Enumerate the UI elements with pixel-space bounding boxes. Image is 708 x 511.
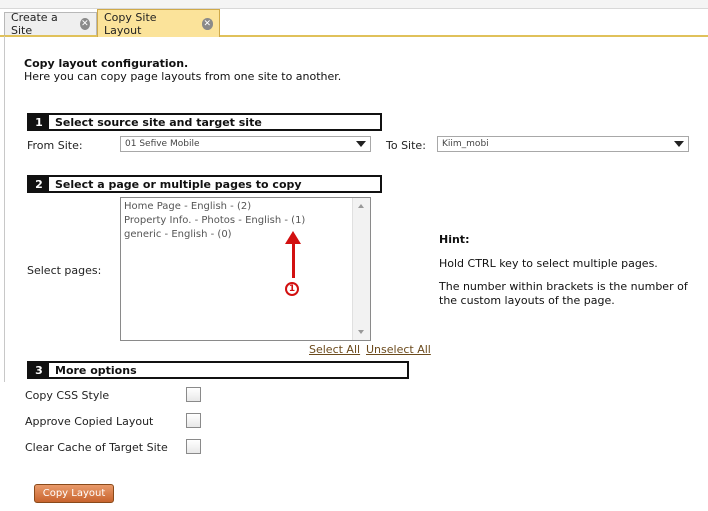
approve-copied-layout-checkbox[interactable] (186, 413, 201, 428)
list-item[interactable]: Property Info. - Photos - English - (1) (121, 214, 370, 228)
list-item[interactable]: Home Page - English - (2) (121, 200, 370, 214)
hint-text-brackets: The number within brackets is the number… (439, 280, 688, 307)
to-site-value: Kiim_mobi (442, 139, 489, 149)
close-icon[interactable]: ✕ (79, 18, 90, 30)
tab-bar: Create a Site ✕ Copy Site Layout ✕ (0, 8, 708, 37)
chevron-down-icon (356, 141, 366, 147)
list-item[interactable]: generic - English - (0) (121, 228, 370, 242)
section-title: Select source site and target site (55, 115, 262, 129)
close-icon[interactable]: ✕ (201, 17, 213, 30)
select-pages-label: Select pages: (27, 264, 102, 277)
section-title: More options (55, 363, 137, 377)
hint-text-ctrl: Hold CTRL key to select multiple pages. (439, 257, 658, 270)
tab-label: Copy Site Layout (104, 10, 157, 37)
unselect-all-link[interactable]: Unselect All (366, 343, 431, 356)
annotation-marker: 1 (285, 282, 299, 296)
tab-copy-site-layout[interactable]: Copy Site Layout ✕ (97, 9, 220, 37)
tab-label: Create a Site (11, 11, 58, 37)
section-number: 3 (29, 363, 49, 377)
tab-create-a-site[interactable]: Create a Site ✕ (4, 11, 97, 37)
copy-css-style-label: Copy CSS Style (25, 389, 110, 402)
clear-cache-label: Clear Cache of Target Site (25, 441, 168, 454)
copy-css-style-checkbox[interactable] (186, 387, 201, 402)
clear-cache-checkbox[interactable] (186, 439, 201, 454)
to-site-select[interactable]: Kiim_mobi (437, 136, 689, 152)
from-site-label: From Site: (27, 139, 83, 152)
select-all-link[interactable]: Select All (309, 343, 360, 356)
page-title: Copy layout configuration. (24, 57, 189, 70)
section-number: 1 (29, 115, 49, 129)
scroll-down-icon[interactable] (358, 330, 364, 334)
page-subtitle: Here you can copy page layouts from one … (24, 70, 342, 83)
section-number: 2 (29, 177, 49, 191)
approve-copied-layout-label: Approve Copied Layout (25, 415, 154, 428)
section-title: Select a page or multiple pages to copy (55, 177, 302, 191)
section-header-source-target: 1 Select source site and target site (27, 113, 382, 131)
section-header-select-pages: 2 Select a page or multiple pages to cop… (27, 175, 382, 193)
pages-listbox[interactable]: Home Page - English - (2) Property Info.… (120, 197, 371, 341)
from-site-select[interactable]: 01 Sefive Mobile (120, 136, 371, 152)
hint-title: Hint: (439, 233, 470, 246)
copy-layout-button[interactable]: Copy Layout (34, 484, 114, 503)
chevron-down-icon (674, 141, 684, 147)
section-header-more-options: 3 More options (27, 361, 409, 379)
to-site-label: To Site: (386, 139, 426, 152)
from-site-value: 01 Sefive Mobile (125, 139, 200, 149)
scroll-up-icon[interactable] (358, 204, 364, 208)
annotation-arrow-shaft (292, 236, 295, 278)
listbox-scrollbar[interactable] (352, 198, 370, 340)
